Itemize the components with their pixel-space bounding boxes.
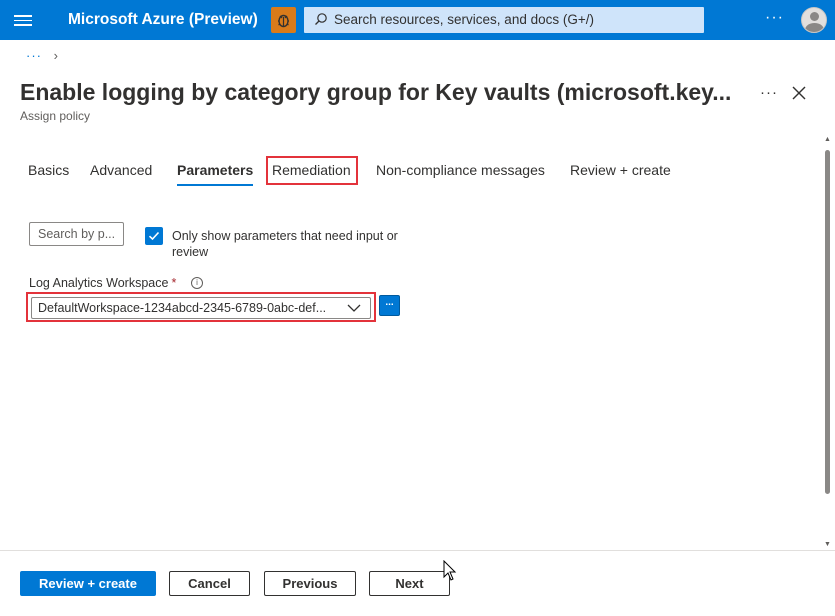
cancel-button[interactable]: Cancel	[169, 571, 250, 596]
portal-title[interactable]: Microsoft Azure (Preview)	[68, 11, 258, 29]
review-create-button[interactable]: Review + create	[20, 571, 156, 596]
remediation-highlight-box	[266, 156, 358, 185]
hamburger-menu-icon[interactable]	[14, 12, 32, 28]
footer-divider	[0, 550, 835, 551]
scroll-down-arrow-icon[interactable]: ▼	[824, 541, 831, 548]
tab-review-create[interactable]: Review + create	[570, 162, 671, 178]
tab-basics[interactable]: Basics	[28, 162, 69, 178]
bug-icon	[278, 14, 289, 28]
next-button[interactable]: Next	[369, 571, 450, 596]
search-icon	[315, 13, 327, 25]
page-title: Enable logging by category group for Key…	[20, 79, 732, 105]
vertical-scrollbar[interactable]: ▲ ▼	[822, 132, 833, 550]
parameter-search-input[interactable]: Search by p...	[29, 222, 124, 246]
top-navigation-bar: Microsoft Azure (Preview) Search resourc…	[0, 0, 835, 40]
checkmark-icon	[148, 231, 160, 241]
only-required-label: Only show parameters that need input or …	[172, 229, 398, 259]
tab-non-compliance-messages[interactable]: Non-compliance messages	[376, 162, 545, 178]
top-more-options-icon[interactable]: ···	[765, 9, 784, 27]
bug-report-button[interactable]	[271, 7, 296, 33]
global-search-input[interactable]: Search resources, services, and docs (G+…	[304, 7, 704, 33]
workspace-highlight-box	[26, 292, 376, 322]
page-subtitle: Assign policy	[20, 109, 91, 123]
required-asterisk: *	[171, 276, 177, 290]
breadcrumb: ··· ›	[26, 48, 58, 63]
page-more-options-icon[interactable]: ···	[760, 84, 778, 101]
tab-parameters[interactable]: Parameters	[177, 162, 254, 186]
previous-button[interactable]: Previous	[264, 571, 356, 596]
tab-advanced[interactable]: Advanced	[90, 162, 152, 178]
chevron-right-icon: ›	[53, 48, 58, 63]
only-required-checkbox[interactable]	[145, 227, 163, 245]
browse-workspace-button[interactable]: ...	[379, 295, 400, 316]
close-icon[interactable]	[790, 84, 808, 102]
scrollbar-thumb[interactable]	[825, 150, 830, 494]
workspace-field-label: Log Analytics Workspace *	[29, 276, 176, 290]
workspace-label-text: Log Analytics Workspace	[29, 276, 169, 290]
mouse-cursor-icon	[443, 560, 457, 581]
info-icon[interactable]: i	[191, 277, 203, 289]
scroll-up-arrow-icon[interactable]: ▲	[824, 136, 831, 143]
global-search-placeholder: Search resources, services, and docs (G+…	[334, 12, 594, 27]
breadcrumb-ellipsis[interactable]: ···	[26, 48, 42, 63]
user-avatar[interactable]	[801, 7, 827, 33]
